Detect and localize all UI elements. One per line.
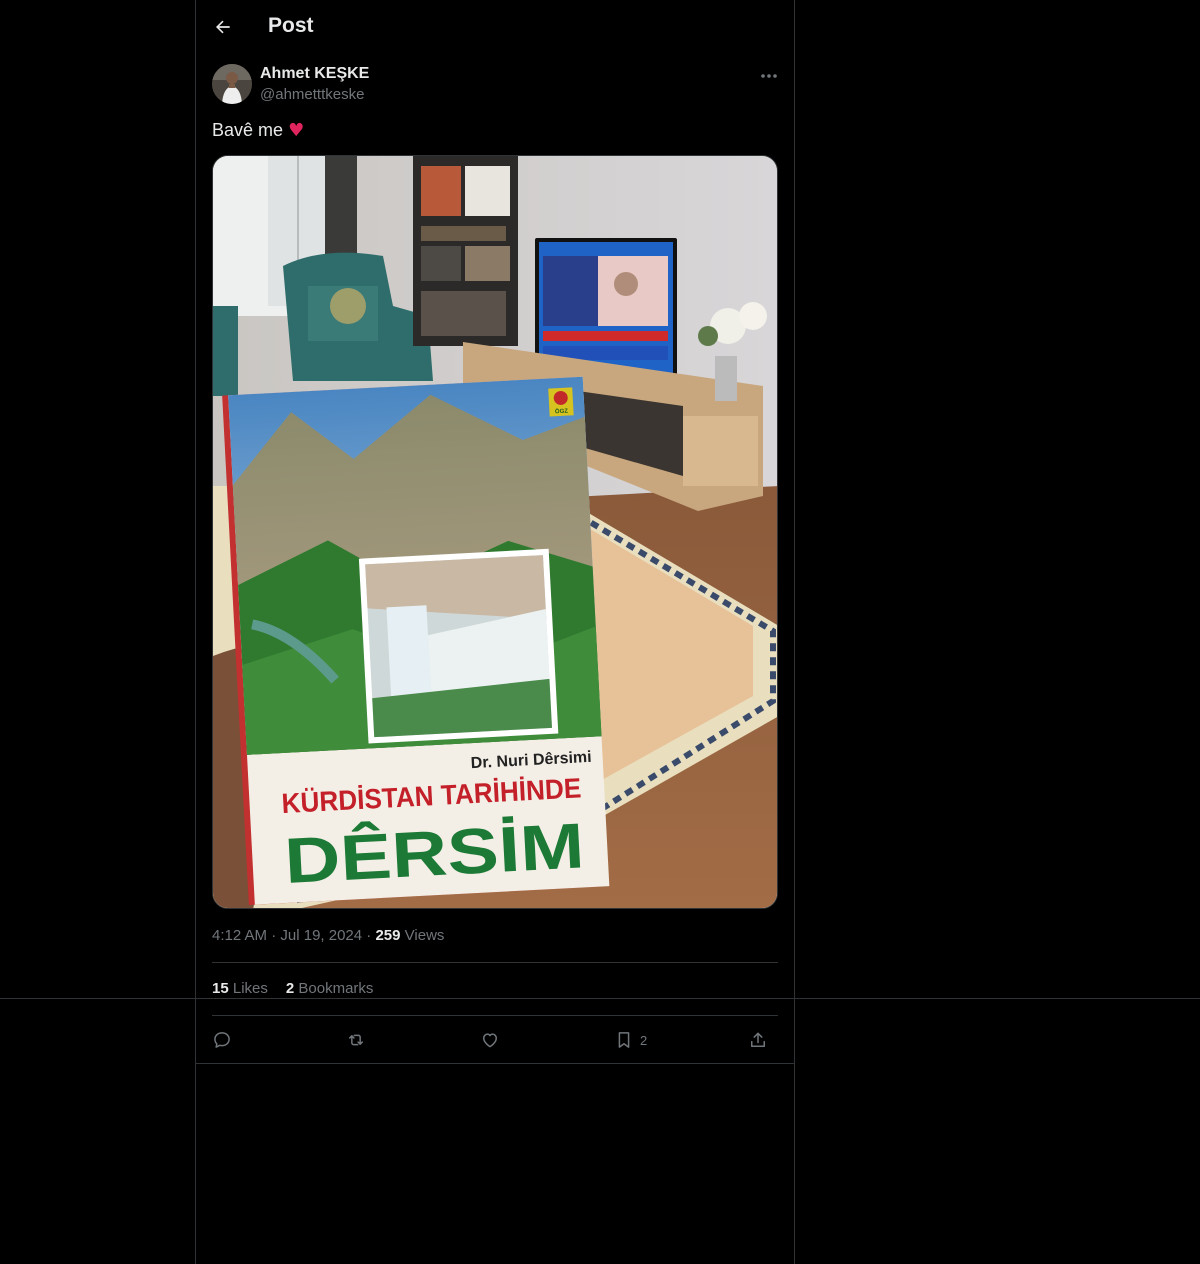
share-icon — [751, 1032, 765, 1047]
views-count: 259 — [375, 927, 401, 944]
post-meta: 4:12 AM · Jul 19, 2024 · 259 Views — [212, 927, 444, 944]
heart-emoji-icon: ♥ — [288, 120, 305, 141]
divider — [212, 1015, 778, 1016]
meta-dot: · — [271, 927, 277, 944]
divider — [212, 962, 778, 963]
author-name[interactable]: Ahmet KEŞKE — [260, 65, 369, 83]
avatar[interactable] — [212, 64, 252, 104]
meta-dot: · — [366, 927, 372, 944]
likes-label: Likes — [232, 980, 268, 997]
like-button[interactable] — [480, 1026, 500, 1054]
bookmark-icon — [618, 1032, 630, 1048]
divider — [196, 1063, 794, 1064]
post-stats: 15 Likes 2 Bookmarks — [212, 980, 373, 997]
action-bar: 2 — [212, 1026, 778, 1054]
reply-icon — [214, 1032, 230, 1048]
reply-button[interactable] — [212, 1026, 232, 1054]
post-column: Post Ahmet KEŞKE @ahmetttkeske Bavê me ♥ — [195, 0, 795, 1264]
repost-icon — [349, 1034, 363, 1046]
share-button[interactable] — [748, 1026, 768, 1054]
likes-count: 15 — [212, 980, 229, 997]
post-photo[interactable]: ÖGZ Dr. Nuri Dêrsimi KÜRDİSTAN TARİHİNDE… — [212, 155, 778, 909]
bookmarks-count: 2 — [285, 980, 295, 997]
post-date[interactable]: Jul 19, 2024 — [280, 927, 362, 944]
back-button[interactable] — [210, 14, 236, 40]
post-text: Bavê me ♥ — [212, 120, 304, 141]
repost-button[interactable] — [346, 1026, 366, 1054]
publisher-logo: ÖGZ — [555, 408, 569, 416]
bookmark-count: 2 — [640, 1032, 648, 1048]
post-text-body: Bavê me — [212, 120, 284, 140]
author-handle[interactable]: @ahmetttkeske — [260, 86, 364, 103]
more-icon — [761, 74, 777, 78]
page-title: Post — [268, 14, 314, 37]
like-icon — [483, 1033, 497, 1048]
bookmarks-label: Bookmarks — [298, 980, 374, 997]
post-time[interactable]: 4:12 AM — [212, 927, 267, 944]
views-label: Views — [404, 927, 445, 944]
likes-stat[interactable]: 15 Likes — [212, 980, 268, 997]
post-header: Post — [196, 0, 794, 53]
bookmark-button[interactable]: 2 — [614, 1026, 647, 1054]
more-button[interactable] — [758, 66, 780, 86]
back-arrow-icon — [216, 20, 230, 34]
bookmarks-stat[interactable]: 2 Bookmarks — [286, 980, 374, 997]
